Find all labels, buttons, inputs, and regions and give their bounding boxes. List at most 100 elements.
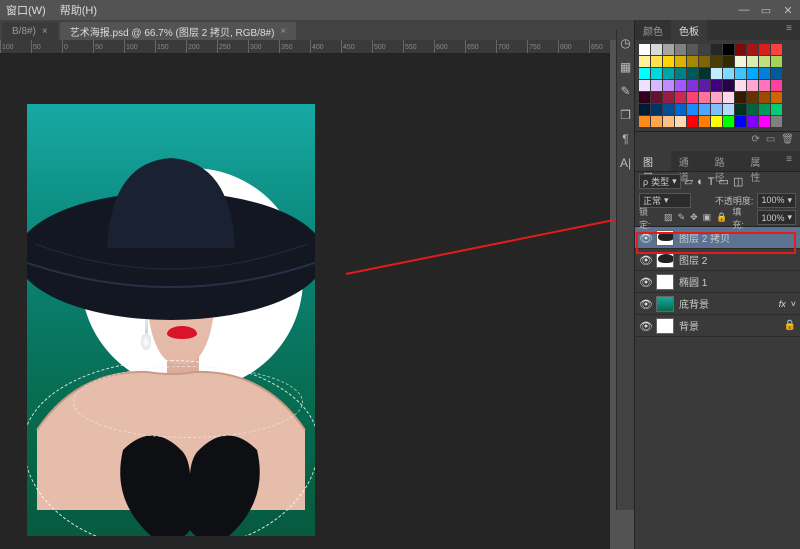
tab-swatches[interactable]: 色板: [671, 20, 707, 40]
swatch[interactable]: [735, 116, 746, 127]
opacity-input[interactable]: 100% ▾: [757, 193, 796, 208]
swatch[interactable]: [711, 56, 722, 67]
swatch[interactable]: [699, 68, 710, 79]
swatch[interactable]: [699, 80, 710, 91]
swatch[interactable]: [759, 116, 770, 127]
layer-thumbnail[interactable]: [656, 230, 674, 246]
tab-paths[interactable]: 路径: [707, 151, 743, 171]
swatch[interactable]: [759, 104, 770, 115]
visibility-icon[interactable]: 👁: [639, 276, 651, 288]
lock-brush-icon[interactable]: ✎: [678, 212, 686, 223]
visibility-icon[interactable]: 👁: [639, 254, 651, 266]
swatch[interactable]: [723, 104, 734, 115]
swatch[interactable]: [651, 92, 662, 103]
swatch[interactable]: [735, 68, 746, 79]
document-tab-active[interactable]: 艺术海报.psd @ 66.7% (图层 2 拷贝, RGB/8#) ×: [60, 22, 297, 40]
swatch[interactable]: [663, 104, 674, 115]
lock-artboard-icon[interactable]: ▣: [703, 212, 712, 223]
swatch[interactable]: [771, 56, 782, 67]
swatch[interactable]: [687, 116, 698, 127]
swatch[interactable]: [663, 80, 674, 91]
swatch[interactable]: [663, 44, 674, 55]
swatch[interactable]: [759, 80, 770, 91]
lock-move-icon[interactable]: ✥: [690, 212, 698, 223]
layer-row[interactable]: 👁背景🔒: [635, 315, 800, 337]
swatch[interactable]: [711, 44, 722, 55]
swatch[interactable]: [675, 68, 686, 79]
paragraph-icon[interactable]: ¶: [619, 132, 633, 146]
fx-badge[interactable]: fx: [779, 299, 786, 309]
filter-smart-icon[interactable]: ◫: [733, 175, 743, 188]
swatch[interactable]: [651, 116, 662, 127]
swatches-icon[interactable]: ▦: [619, 60, 633, 74]
swatch[interactable]: [711, 104, 722, 115]
swatch[interactable]: [771, 116, 782, 127]
swatch[interactable]: [651, 68, 662, 79]
swatch[interactable]: [651, 56, 662, 67]
swatch[interactable]: [771, 92, 782, 103]
swatch[interactable]: [711, 92, 722, 103]
tab-color[interactable]: 颜色: [635, 20, 671, 40]
swatch[interactable]: [723, 68, 734, 79]
swatch[interactable]: [747, 68, 758, 79]
swatch[interactable]: [675, 92, 686, 103]
lock-all-icon[interactable]: 🔒: [716, 212, 727, 223]
close-icon[interactable]: ×: [280, 26, 286, 37]
swatch[interactable]: [687, 56, 698, 67]
lock-transparent-icon[interactable]: ▨: [664, 212, 673, 223]
history-icon[interactable]: ◷: [619, 36, 633, 50]
close-icon[interactable]: ×: [42, 26, 48, 37]
visibility-icon[interactable]: 👁: [639, 232, 651, 244]
menu-help[interactable]: 帮助(H): [60, 2, 97, 18]
swatch[interactable]: [771, 68, 782, 79]
swatch[interactable]: [771, 44, 782, 55]
swatch[interactable]: [711, 116, 722, 127]
swatch[interactable]: [759, 92, 770, 103]
brush-icon[interactable]: ✎: [619, 84, 633, 98]
layer-row[interactable]: 👁图层 2 拷贝: [635, 227, 800, 249]
swatch[interactable]: [723, 92, 734, 103]
swatch[interactable]: [735, 80, 746, 91]
visibility-icon[interactable]: 👁: [639, 298, 651, 310]
canvas-area[interactable]: [0, 54, 610, 549]
swatch[interactable]: [639, 116, 650, 127]
swatch[interactable]: [735, 56, 746, 67]
swatch[interactable]: [687, 80, 698, 91]
clone-icon[interactable]: ❒: [619, 108, 633, 122]
swatch[interactable]: [687, 44, 698, 55]
panel-menu-icon[interactable]: ≡: [778, 151, 800, 171]
swatch[interactable]: [663, 56, 674, 67]
layer-thumbnail[interactable]: [656, 318, 674, 334]
swatch[interactable]: [639, 44, 650, 55]
recycle-icon[interactable]: ⟳: [751, 134, 759, 145]
swatch[interactable]: [675, 80, 686, 91]
swatch[interactable]: [675, 116, 686, 127]
swatch[interactable]: [699, 116, 710, 127]
swatch[interactable]: [639, 68, 650, 79]
layer-thumbnail[interactable]: [656, 296, 674, 312]
swatch[interactable]: [639, 56, 650, 67]
filter-adjust-icon[interactable]: ◐: [697, 176, 704, 188]
window-restore[interactable]: ▭: [760, 4, 772, 17]
layer-row[interactable]: 👁椭圆 1: [635, 271, 800, 293]
filter-image-icon[interactable]: ▱: [685, 175, 693, 188]
layer-thumbnail[interactable]: [656, 252, 674, 268]
tab-properties[interactable]: 属性: [742, 151, 778, 171]
swatch[interactable]: [699, 92, 710, 103]
swatch[interactable]: [699, 104, 710, 115]
swatch[interactable]: [735, 44, 746, 55]
swatch[interactable]: [687, 104, 698, 115]
swatch[interactable]: [639, 92, 650, 103]
window-close[interactable]: ✕: [782, 4, 794, 17]
chevron-down-icon[interactable]: ˅: [791, 299, 796, 309]
trash-icon[interactable]: 🗑: [781, 134, 794, 145]
swatch[interactable]: [699, 56, 710, 67]
menu-window[interactable]: 窗口(W): [6, 2, 46, 18]
swatch[interactable]: [639, 104, 650, 115]
swatch[interactable]: [747, 80, 758, 91]
swatch[interactable]: [699, 44, 710, 55]
new-swatch-icon[interactable]: ▭: [766, 134, 775, 145]
fill-input[interactable]: 100% ▾: [757, 210, 796, 225]
tab-channels[interactable]: 通道: [671, 151, 707, 171]
swatch[interactable]: [759, 68, 770, 79]
